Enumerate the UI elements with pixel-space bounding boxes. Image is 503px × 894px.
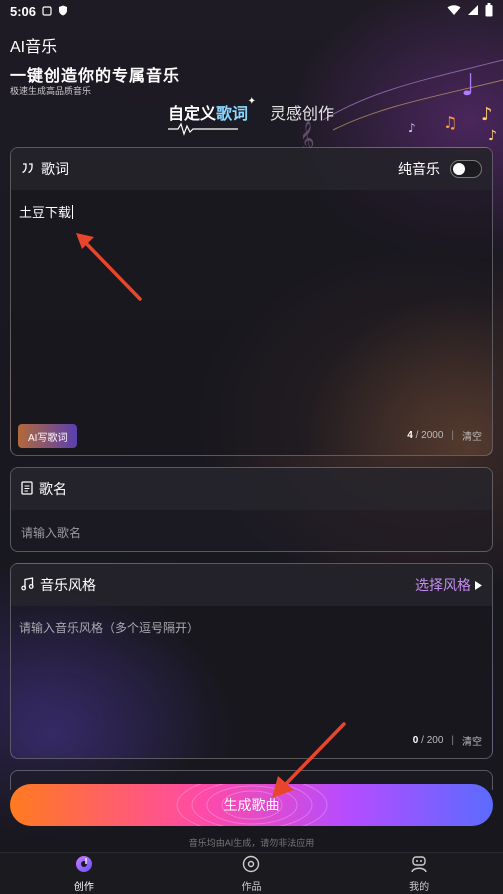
lyrics-count: 4 (407, 430, 413, 441)
generate-song-label: 生成歌曲 (223, 797, 280, 813)
nav-mine-label: 我的 (409, 881, 430, 893)
lyrics-counter: 4 / 2000 | 清空 (407, 428, 482, 443)
style-max: / 200 (421, 735, 444, 746)
status-bar: 5:06 (0, 0, 503, 22)
profile-icon (410, 855, 428, 876)
status-time: 5:06 (10, 3, 37, 19)
music-style-input[interactable]: 请输入音乐风格（多个逗号隔开） (19, 619, 199, 636)
subline: 极速生成高品质音乐 (10, 86, 92, 96)
song-name-card-header: 歌名 (11, 468, 492, 510)
nav-create-label: 创作 (73, 881, 94, 893)
document-icon (21, 480, 33, 498)
active-tab-wave-indicator (168, 122, 238, 136)
lyrics-input-value: 土豆下载 (19, 205, 72, 220)
counter-separator: | (451, 430, 454, 441)
text-caret (72, 205, 74, 219)
nav-works-label: 作品 (241, 881, 262, 893)
pure-music-toggle[interactable] (450, 160, 482, 178)
app-title: AI音乐 (10, 39, 58, 56)
tab-custom-lyrics-prefix: 自定义 (168, 106, 217, 123)
lyrics-input[interactable]: 土豆下载 (19, 202, 74, 221)
tab-custom-lyrics-highlight: 歌词 (216, 106, 249, 123)
style-counter: 0 / 200 | 清空 (413, 733, 482, 748)
tab-custom-lyrics[interactable]: 自定义歌词 ✦ (168, 96, 256, 136)
svg-text:♪: ♪ (488, 128, 497, 144)
mode-tabs: 自定义歌词 ✦ 灵感创作 (168, 96, 334, 136)
sd-card-icon (42, 4, 52, 19)
svg-text:♪: ♪ (408, 121, 416, 135)
svg-text:♪: ♪ (481, 104, 493, 125)
select-style-label: 选择风格 (415, 577, 471, 593)
signal-icon (467, 4, 479, 19)
counter-separator: | (451, 735, 454, 746)
music-style-card: 音乐风格 选择风格 请输入音乐风格（多个逗号隔开） 0 / 200 | 清空 (10, 563, 493, 759)
generate-song-button[interactable]: 生成歌曲 (10, 784, 493, 826)
music-note-icon (21, 576, 34, 594)
lyrics-card-title: 歌词 (41, 161, 69, 177)
nav-mine[interactable]: 我的 (379, 855, 459, 893)
music-style-card-title: 音乐风格 (40, 577, 96, 593)
headline: 一键创造你的专属音乐 (10, 68, 181, 85)
svg-text:♫: ♫ (443, 113, 457, 132)
song-name-card-title: 歌名 (39, 481, 67, 497)
disclaimer: 音乐均由AI生成，请勿非法应用 (188, 838, 315, 848)
lyrics-clear-button[interactable]: 清空 (462, 428, 482, 443)
lyrics-card-header: 歌词 纯音乐 (11, 148, 492, 190)
nav-works[interactable]: 作品 (211, 855, 291, 893)
style-count: 0 (412, 735, 419, 746)
wifi-icon (447, 4, 461, 19)
song-name-input[interactable]: 请输入歌名 (11, 510, 492, 551)
lyrics-card: 歌词 纯音乐 土豆下载 AI写歌词 4 / 2000 | 清空 (10, 147, 493, 456)
style-clear-button[interactable]: 清空 (462, 733, 482, 748)
music-disc-icon (75, 855, 93, 876)
play-triangle-icon (475, 577, 482, 593)
record-icon (242, 855, 260, 876)
shield-icon (58, 4, 68, 19)
svg-text:♩: ♩ (461, 68, 475, 103)
tab-inspiration[interactable]: 灵感创作 (270, 100, 334, 136)
sparkle-icon: ✦ (247, 96, 257, 107)
bottom-nav: 创作 作品 我的 (0, 852, 503, 894)
song-name-card: 歌名 请输入歌名 (10, 467, 493, 552)
battery-icon (485, 2, 493, 20)
lyrics-max: / 2000 (415, 430, 444, 441)
pure-music-label: 纯音乐 (398, 161, 440, 177)
nav-create[interactable]: 创作 (44, 855, 124, 893)
ai-write-lyrics-button[interactable]: AI写歌词 (18, 424, 78, 448)
lyrics-icon (21, 161, 35, 178)
select-style-button[interactable]: 选择风格 (415, 575, 482, 595)
music-style-card-header: 音乐风格 选择风格 (11, 564, 492, 606)
